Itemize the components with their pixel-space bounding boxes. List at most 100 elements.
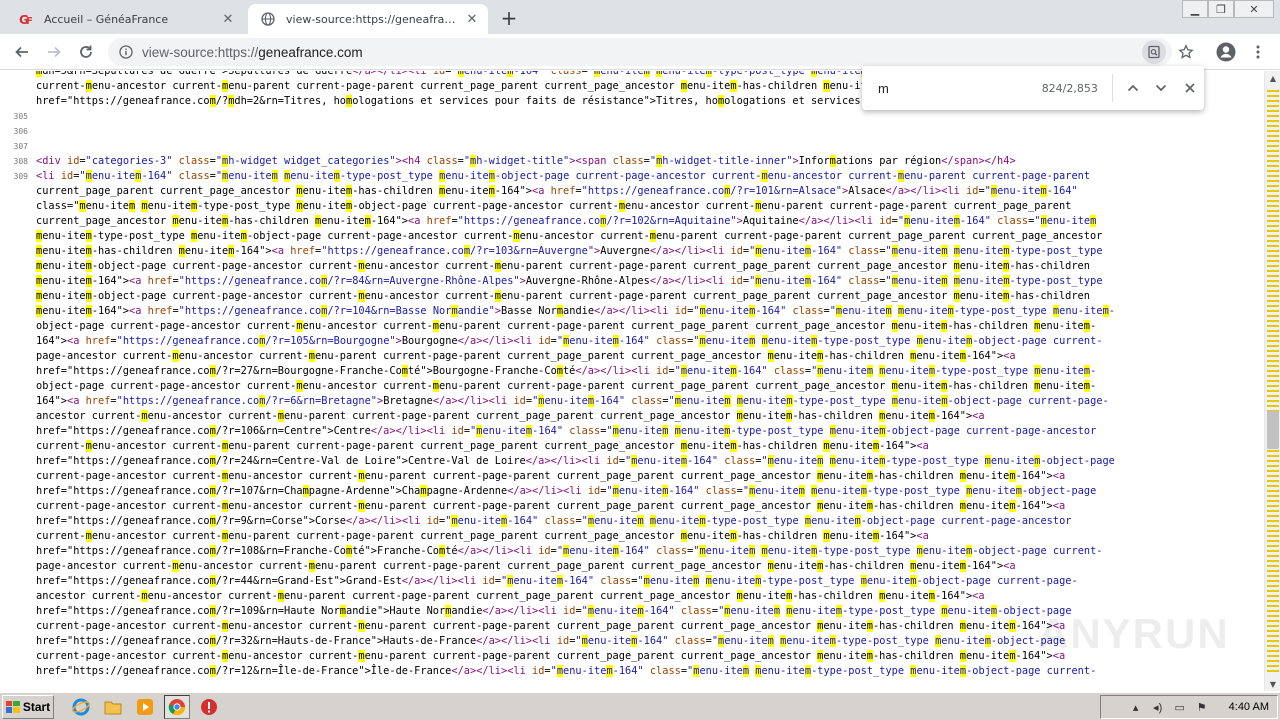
flag-icon[interactable]: ⚑ [1193, 698, 1211, 716]
source-code: current_page_ancestor menu-item-has-chil… [36, 215, 1097, 227]
url-host: geneafrance.com [258, 44, 363, 60]
close-tab-icon[interactable]: ✕ [218, 9, 238, 29]
start-button[interactable]: Start [2, 694, 54, 719]
source-code: object-page current-page-ancestor curren… [36, 380, 1097, 392]
find-previous-button[interactable] [1119, 72, 1147, 104]
source-line: current_page_ancestor menu-item-has-chil… [0, 214, 1264, 229]
media-player-icon[interactable] [132, 695, 158, 719]
scrollbar-match-markers [1267, 87, 1279, 675]
taskbar: Start ▴ ◂) ▭ ⚑ 4:40 AM [0, 692, 1280, 720]
new-tab-button[interactable]: + [496, 6, 522, 30]
ie-icon[interactable] [68, 695, 94, 719]
source-line: 305 [0, 109, 1264, 124]
globe-icon [260, 11, 276, 27]
tab-accueil[interactable]: GF Accueil – GénéaFrance ✕ [8, 4, 244, 34]
source-line: ancestor current-menu-ancestor current-m… [0, 589, 1264, 604]
source-code: 164"><a href="https://geneafrance.com/?r… [36, 335, 1103, 347]
close-icon [1185, 83, 1195, 93]
source-code: href="https://geneafrance.com/?r=44&rn=G… [36, 575, 1078, 587]
tray-expand-icon[interactable]: ▴ [1127, 698, 1145, 716]
find-input[interactable] [878, 80, 1018, 96]
source-code: menu-item-object-page current-page-ances… [36, 260, 1090, 272]
tab-view-source[interactable]: view-source:https://geneafrance.com ✕ [248, 4, 488, 34]
forward-button[interactable] [42, 40, 66, 64]
arrow-right-icon [48, 46, 61, 58]
source-line: href="https://geneafrance.com/?r=108&rn=… [0, 544, 1264, 559]
source-line: href="https://geneafrance.com/?r=44&rn=G… [0, 574, 1264, 589]
url-text[interactable]: view-source:https://geneafrance.com [142, 45, 363, 60]
find-bar: 824/2,853 [862, 66, 1204, 110]
source-code: href="https://geneafrance.com/?r=12&rn=Î… [36, 665, 1097, 677]
network-icon[interactable]: ▭ [1171, 698, 1189, 716]
close-tab-icon[interactable]: ✕ [462, 9, 482, 29]
volume-icon[interactable]: ◂) [1149, 698, 1167, 716]
reload-button[interactable] [74, 40, 98, 64]
security-alert-icon[interactable] [196, 695, 222, 719]
minimize-icon[interactable]: ▁ [1182, 0, 1208, 18]
source-line: menu-item-object-page current-page-ances… [0, 259, 1264, 274]
source-line: page-ancestor current-menu-ancestor curr… [0, 349, 1264, 364]
menu-dots-icon[interactable] [1246, 40, 1270, 64]
source-line: 164"><a href="https://geneafrance.com/?r… [0, 334, 1264, 349]
window-close-icon[interactable]: ✕ [1234, 0, 1274, 18]
source-code: current-page-ancestor current-menu-ances… [36, 470, 1066, 482]
find-in-page-icon[interactable] [1142, 40, 1166, 64]
back-button[interactable] [10, 40, 34, 64]
source-line: menu-item-type-post_type menu-item-objec… [0, 229, 1264, 244]
line-number: 309 [13, 172, 28, 181]
source-line: page-ancestor current-menu-ancestor curr… [0, 559, 1264, 574]
source-line: href="https://geneafrance.com/?r=9&rn=Co… [0, 514, 1264, 529]
line-number: 305 [13, 112, 28, 121]
source-code: href="https://geneafrance.com/?r=106&rn=… [36, 425, 1097, 437]
find-close-button[interactable] [1176, 72, 1204, 104]
find-divider [1111, 74, 1113, 102]
source-line: menu-item-164"><a href="https://geneafra… [0, 304, 1264, 319]
chrome-icon[interactable] [164, 694, 190, 719]
source-line: current_page_parent current_page_ancesto… [0, 184, 1264, 199]
line-number: 306 [13, 127, 28, 136]
source-code: <li id="menu-item-164" class="menu-item … [36, 170, 1091, 182]
source-view[interactable]: mdh=5&rn=Sépultures de Guerre">Sépulture… [0, 71, 1264, 691]
bookmark-star-icon[interactable] [1174, 40, 1198, 64]
source-line: 307 [0, 139, 1264, 154]
source-line: menu-item-has-children menu-item-164"><a… [0, 244, 1264, 259]
source-code: href="https://geneafrance.com/?r=27&rn=B… [36, 365, 1097, 377]
chevron-up-icon [1127, 84, 1139, 92]
source-code: ancestor current-menu-ancestor current-m… [36, 590, 985, 602]
restore-icon[interactable]: ❐ [1208, 0, 1234, 18]
find-next-button[interactable] [1147, 72, 1175, 104]
tab-strip: GF Accueil – GénéaFrance ✕ view-source:h… [0, 0, 1280, 34]
folder-icon[interactable] [100, 695, 126, 719]
chevron-down-icon [1156, 84, 1167, 92]
source-code: menu-item-164"><a href="https://geneafra… [36, 275, 1103, 287]
vertical-scrollbar[interactable]: ▲ ▼ [1264, 71, 1280, 691]
system-tray: ▴ ◂) ▭ ⚑ 4:40 AM [1100, 695, 1278, 719]
tab-title: Accueil – GénéaFrance [44, 12, 169, 26]
info-icon[interactable] [118, 44, 134, 60]
line-number: 308 [13, 157, 28, 166]
tab-title: view-source:https://geneafrance.com [286, 12, 462, 26]
source-code: object-page current-page-ancestor curren… [36, 320, 1097, 332]
address-bar[interactable]: view-source:https://geneafrance.com [108, 38, 1172, 66]
source-code: current-menu-ancestor current-menu-paren… [36, 440, 929, 452]
source-line: ancestor current-menu-ancestor current-m… [0, 409, 1264, 424]
source-code: menu-item-has-children menu-item-164"><a… [36, 245, 1103, 257]
source-code: href="https://geneafrance.com/?r=9&rn=Co… [36, 515, 1072, 527]
source-line: href="https://geneafrance.com/?r=106&rn=… [0, 424, 1264, 439]
source-code: <div id="categories-3" class="mh-widget … [36, 155, 1016, 167]
source-line: object-page current-page-ancestor curren… [0, 379, 1264, 394]
find-match-count: 824/2,853 [1041, 81, 1098, 95]
profile-avatar-icon[interactable] [1214, 40, 1238, 64]
source-line: current-page-ancestor current-menu-ances… [0, 469, 1264, 484]
scrollbar-thumb[interactable] [1267, 411, 1279, 449]
source-line: 164"><a href="https://geneafrance.com/?r… [0, 394, 1264, 409]
start-label: Start [22, 699, 51, 714]
source-line: 306 [0, 124, 1264, 139]
arrow-left-icon [15, 46, 28, 58]
source-line: 308 <div id="categories-3" class="mh-widg… [0, 154, 1264, 169]
source-line: href="https://geneafrance.com/?r=107&rn=… [0, 484, 1264, 499]
source-code: menu-item-object-page current-page-ances… [36, 290, 1090, 302]
scroll-up-icon[interactable]: ▲ [1265, 71, 1280, 85]
scroll-down-icon[interactable]: ▼ [1265, 677, 1280, 691]
source-code: menu-item-type-post_type menu-item-objec… [36, 230, 1103, 242]
